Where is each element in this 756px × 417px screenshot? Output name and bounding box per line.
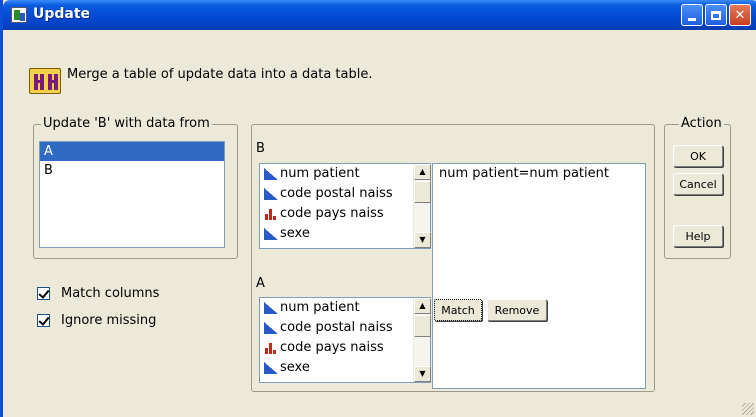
list-item[interactable]: num patient — [260, 164, 430, 184]
cancel-button[interactable]: Cancel — [673, 173, 723, 195]
match-columns-option[interactable]: Match columns — [37, 286, 159, 301]
update-source-group: Update 'B' with data from A B — [33, 116, 238, 259]
update-source-legend: Update 'B' with data from — [41, 116, 212, 131]
maximize-button[interactable] — [705, 4, 727, 26]
list-item[interactable]: sexe — [260, 224, 430, 244]
nominal-icon — [264, 342, 278, 354]
list-item[interactable]: code postal naiss — [260, 318, 430, 338]
continuous-icon — [264, 362, 278, 374]
resize-grip-icon[interactable] — [742, 403, 754, 415]
table-b-column-list[interactable]: num patient code postal naiss code pays … — [259, 163, 431, 249]
continuous-icon — [264, 188, 278, 200]
table-a-label: A — [256, 276, 265, 291]
list-item[interactable]: sexe — [260, 358, 430, 378]
matched-columns-list[interactable]: num patient=num patient — [432, 163, 646, 389]
ignore-missing-label: Ignore missing — [61, 313, 157, 328]
match-columns-label: Match columns — [61, 286, 160, 301]
scroll-up-icon[interactable]: ▲ — [414, 298, 431, 314]
list-item[interactable]: A — [40, 142, 224, 161]
close-button[interactable]: ✕ — [729, 4, 751, 26]
table-a-scrollbar[interactable]: ▲ ▼ — [413, 298, 431, 382]
continuous-icon — [264, 302, 278, 314]
list-item[interactable]: num patient — [260, 298, 430, 318]
maximize-icon — [711, 10, 721, 20]
table-b-scrollbar[interactable]: ▲ ▼ — [413, 164, 431, 248]
help-button[interactable]: Help — [673, 225, 723, 247]
match-button[interactable]: Match — [434, 299, 482, 321]
jmp-app-icon — [11, 7, 27, 23]
scroll-up-icon[interactable]: ▲ — [414, 164, 431, 180]
match-columns-checkbox[interactable] — [37, 287, 50, 300]
action-legend: Action — [679, 116, 724, 131]
source-table-list[interactable]: A B — [39, 141, 225, 248]
ok-button[interactable]: OK — [673, 145, 723, 167]
column-match-group: B num patient code postal naiss code pay… — [251, 124, 655, 392]
close-icon: ✕ — [734, 7, 746, 23]
update-dialog: Update ✕ Merge a table of update data in… — [0, 0, 756, 417]
list-item[interactable]: code postal naiss — [260, 184, 430, 204]
action-group: Action OK Cancel Help — [664, 116, 731, 259]
table-a-column-list[interactable]: num patient code postal naiss code pays … — [259, 297, 431, 383]
ignore-missing-checkbox[interactable] — [37, 314, 50, 327]
minimize-button[interactable] — [681, 4, 703, 26]
continuous-icon — [264, 168, 278, 180]
scroll-down-icon[interactable]: ▼ — [414, 366, 431, 382]
window-title: Update — [33, 6, 91, 22]
dialog-description: Merge a table of update data into a data… — [67, 67, 373, 82]
list-item[interactable]: num patient=num patient — [433, 164, 645, 184]
update-table-icon — [29, 68, 61, 94]
ignore-missing-option[interactable]: Ignore missing — [37, 313, 156, 328]
title-bar[interactable]: Update ✕ — [3, 0, 756, 30]
scroll-thumb[interactable] — [414, 181, 431, 203]
nominal-icon — [264, 208, 278, 220]
remove-button[interactable]: Remove — [487, 299, 547, 321]
continuous-icon — [264, 228, 278, 240]
table-b-label: B — [256, 141, 265, 156]
minimize-icon — [688, 17, 696, 21]
continuous-icon — [264, 322, 278, 334]
list-item[interactable]: code pays naiss — [260, 204, 430, 224]
scroll-down-icon[interactable]: ▼ — [414, 232, 431, 248]
list-item[interactable]: code pays naiss — [260, 338, 430, 358]
scroll-thumb[interactable] — [414, 315, 431, 337]
list-item[interactable]: B — [40, 161, 224, 180]
